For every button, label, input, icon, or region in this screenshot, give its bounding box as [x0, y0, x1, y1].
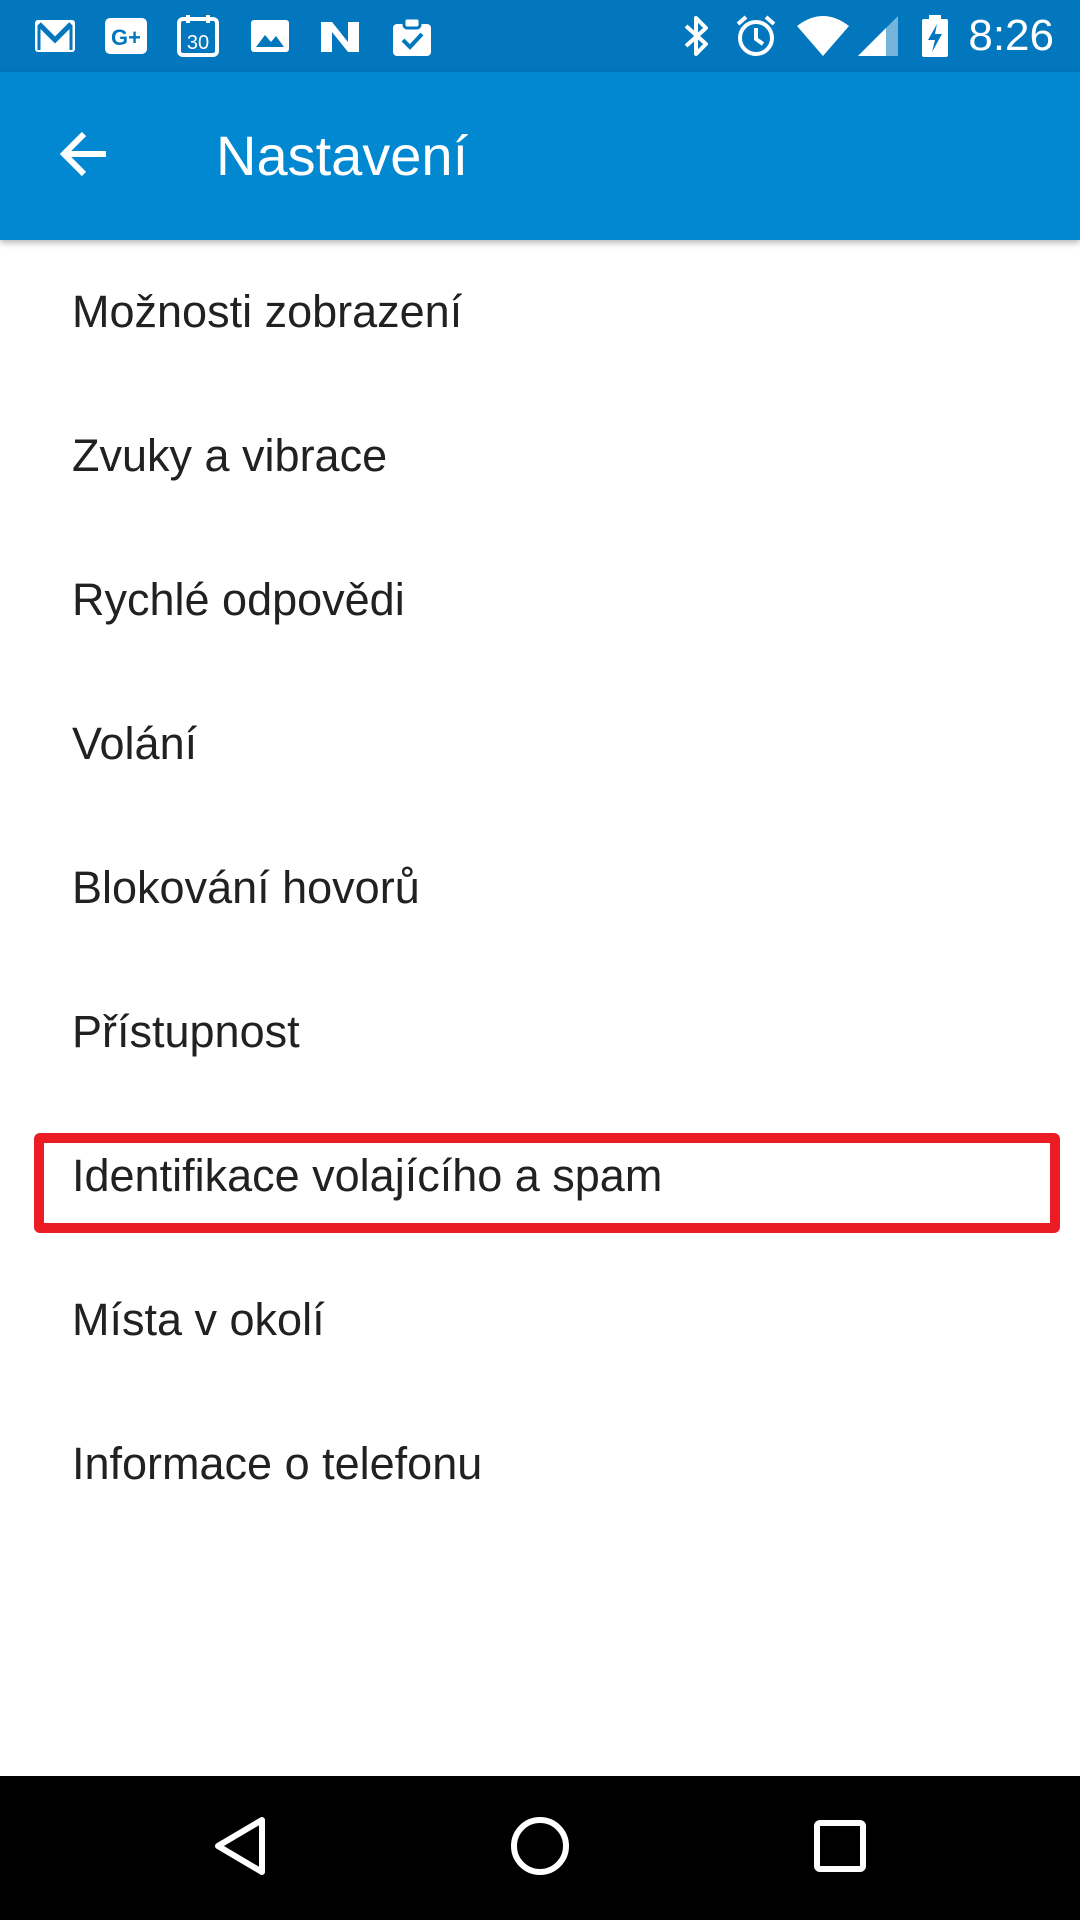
settings-item-label: Místa v okolí	[72, 1294, 325, 1345]
status-bar: G+ 30 8:26	[0, 0, 1080, 72]
nav-back-button[interactable]	[190, 1798, 290, 1898]
settings-item-label: Rychlé odpovědi	[72, 574, 405, 625]
svg-text:G+: G+	[111, 25, 141, 50]
wifi-icon	[796, 14, 850, 58]
navigation-bar	[0, 1776, 1080, 1920]
settings-item-display-options[interactable]: Možnosti zobrazení	[0, 240, 1080, 384]
settings-item-label: Zvuky a vibrace	[72, 430, 388, 481]
settings-list: Možnosti zobrazení Zvuky a vibrace Rychl…	[0, 240, 1080, 1536]
settings-item-calls[interactable]: Volání	[0, 672, 1080, 816]
settings-item-label: Přístupnost	[72, 1006, 300, 1057]
bluetooth-icon	[680, 14, 712, 58]
settings-item-label: Blokování hovorů	[72, 862, 420, 913]
page-title: Nastavení	[216, 124, 469, 187]
settings-item-label: Informace o telefonu	[72, 1438, 483, 1489]
cell-signal-icon	[856, 14, 900, 58]
battery-charging-icon	[920, 14, 950, 58]
status-time: 8:26	[968, 11, 1054, 60]
nav-recents-button[interactable]	[790, 1798, 890, 1898]
back-triangle-icon	[210, 1814, 270, 1883]
svg-text:30: 30	[187, 32, 209, 54]
gallery-icon	[248, 14, 292, 58]
nav-home-button[interactable]	[490, 1798, 590, 1898]
recents-square-icon	[810, 1816, 870, 1881]
google-plus-icon: G+	[104, 14, 148, 58]
home-circle-icon	[508, 1814, 572, 1883]
settings-item-sounds-vibrations[interactable]: Zvuky a vibrace	[0, 384, 1080, 528]
settings-item-label: Volání	[72, 718, 198, 769]
settings-item-caller-id-spam[interactable]: Identifikace volajícího a spam	[0, 1104, 1080, 1248]
nova-icon	[318, 14, 362, 58]
settings-item-label: Možnosti zobrazení	[72, 286, 463, 337]
settings-item-call-blocking[interactable]: Blokování hovorů	[0, 816, 1080, 960]
settings-item-about-phone[interactable]: Informace o telefonu	[0, 1392, 1080, 1536]
alarm-icon	[734, 14, 778, 58]
back-button[interactable]	[44, 116, 124, 196]
settings-item-quick-responses[interactable]: Rychlé odpovědi	[0, 528, 1080, 672]
calendar-icon: 30	[176, 14, 220, 58]
arrow-back-icon	[58, 130, 110, 183]
settings-item-label: Identifikace volajícího a spam	[72, 1150, 663, 1201]
gmail-icon	[34, 14, 76, 58]
app-bar: Nastavení	[0, 72, 1080, 240]
settings-item-nearby-places[interactable]: Místa v okolí	[0, 1248, 1080, 1392]
settings-item-accessibility[interactable]: Přístupnost	[0, 960, 1080, 1104]
clipboard-check-icon	[390, 14, 434, 58]
